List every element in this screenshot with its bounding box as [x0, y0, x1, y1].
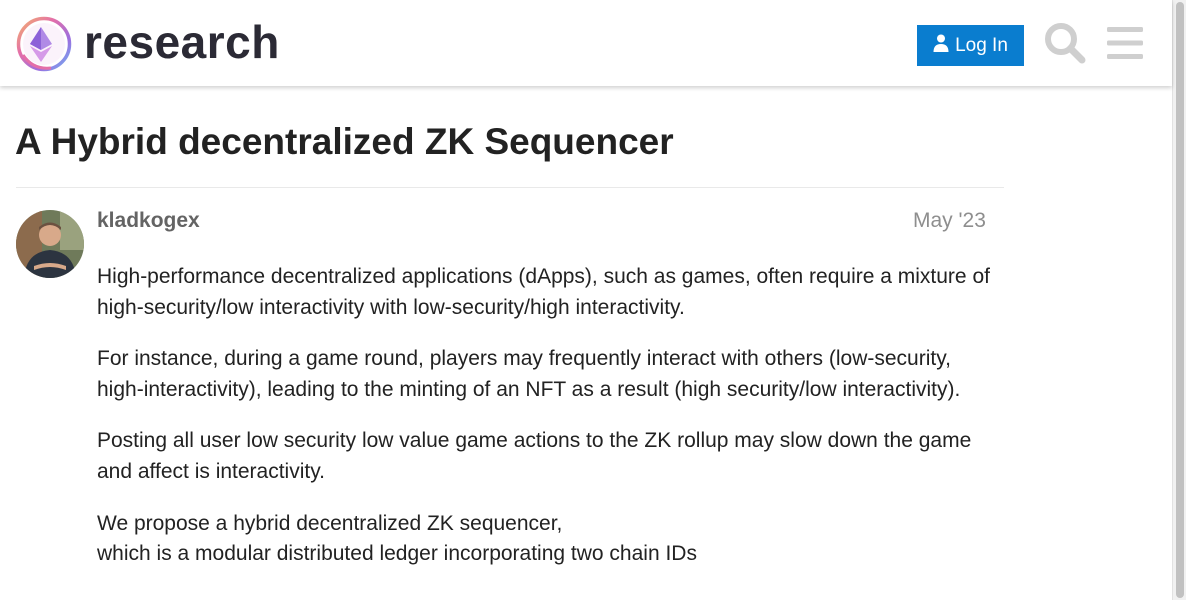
topic-title[interactable]: A Hybrid decentralized ZK Sequencer — [15, 118, 674, 166]
avatar[interactable] — [16, 210, 84, 278]
post-paragraph: We propose a hybrid decentralized ZK seq… — [97, 509, 992, 570]
page-scrollbar[interactable] — [1172, 0, 1186, 600]
title-divider — [16, 187, 1004, 188]
search-icon[interactable] — [1044, 22, 1086, 64]
scrollbar-thumb[interactable] — [1176, 2, 1184, 598]
post-paragraph: For instance, during a game round, playe… — [97, 347, 961, 401]
site-header: research Log In — [0, 0, 1172, 86]
post-date[interactable]: May '23 — [913, 207, 986, 235]
login-button[interactable]: Log In — [917, 25, 1024, 66]
post-line: We propose a hybrid decentralized ZK seq… — [97, 511, 563, 535]
post-body: High-performance decentralized applicati… — [97, 262, 992, 591]
login-label: Log In — [955, 34, 1008, 56]
post-paragraph: High-performance decentralized applicati… — [97, 265, 990, 319]
user-icon — [933, 34, 949, 58]
hamburger-menu-icon[interactable] — [1107, 26, 1145, 60]
logo-icon[interactable] — [15, 15, 73, 73]
post-author[interactable]: kladkogex — [97, 207, 200, 235]
post-line: which is a modular distributed ledger in… — [97, 542, 697, 566]
post-paragraph: Posting all user low security low value … — [97, 429, 972, 483]
site-brand[interactable]: research — [84, 12, 280, 72]
